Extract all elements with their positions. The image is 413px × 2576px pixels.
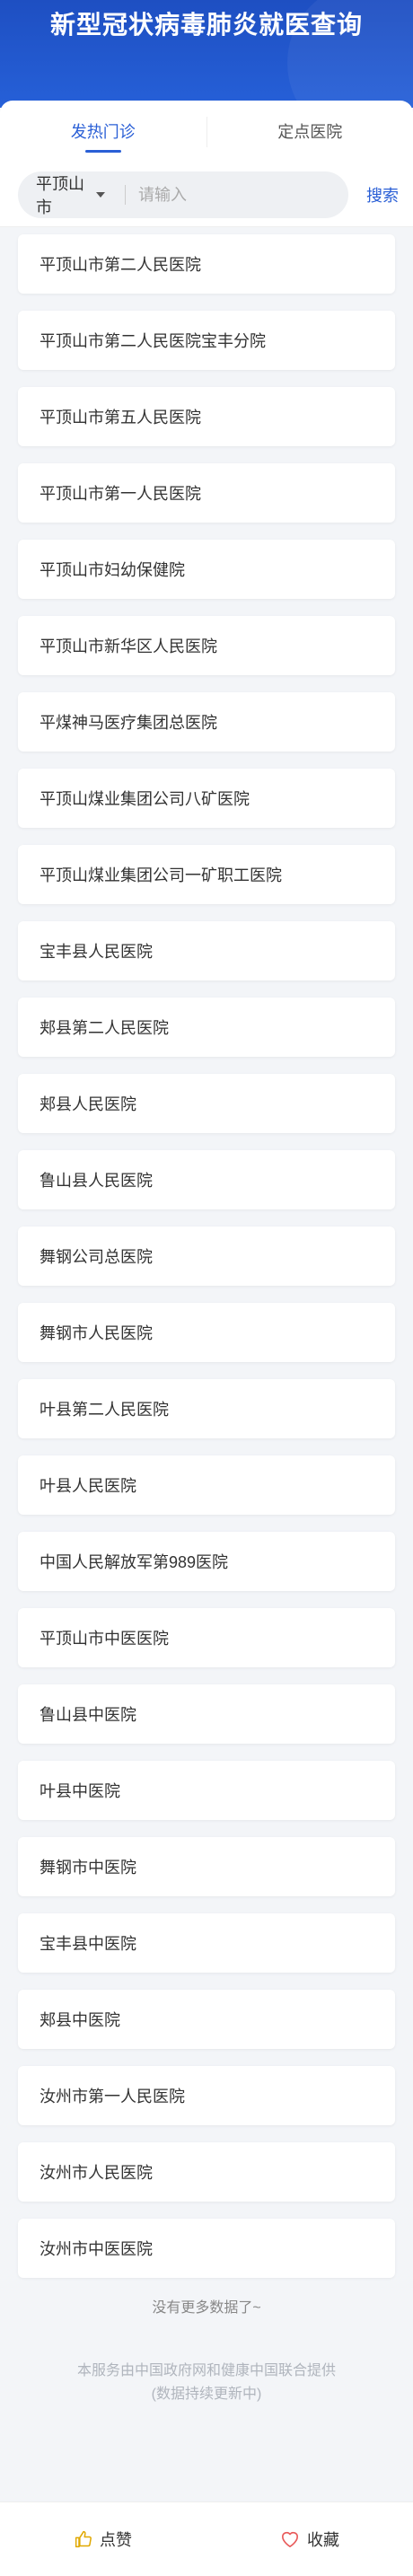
hospital-item[interactable]: 叶县人民医院 — [18, 1455, 395, 1515]
city-selector[interactable]: 平顶山市 — [18, 171, 114, 218]
hospital-item[interactable]: 郏县第二人民医院 — [18, 998, 395, 1057]
caret-down-icon — [96, 192, 106, 198]
footnote: 本服务由中国政府网和健康中国联合提供 (数据持续更新中) — [0, 2360, 413, 2406]
hospital-item[interactable]: 平顶山煤业集团公司八矿医院 — [18, 769, 395, 828]
search-box: 平顶山市 — [18, 171, 348, 218]
no-more-text: 没有更多数据了~ — [152, 2300, 261, 2316]
tab-designated-hospital[interactable]: 定点医院 — [207, 101, 413, 163]
bottom-bar: 点赞 收藏 — [0, 2501, 413, 2576]
hospital-item[interactable]: 平煤神马医疗集团总医院 — [18, 692, 395, 752]
hospital-item[interactable]: 中国人民解放军第989医院 — [18, 1532, 395, 1591]
hospital-item[interactable]: 舞钢公司总医院 — [18, 1226, 395, 1286]
footnote-line-2: (数据持续更新中) — [151, 2387, 262, 2402]
hospital-item[interactable]: 宝丰县人民医院 — [18, 921, 395, 980]
hospital-item[interactable]: 宝丰县中医院 — [18, 1913, 395, 1973]
tab-fever-clinic[interactable]: 发热门诊 — [0, 101, 206, 163]
hospital-item[interactable]: 平顶山市妇幼保健院 — [18, 540, 395, 599]
search-bar: 平顶山市 搜索 — [0, 163, 413, 227]
city-label: 平顶山市 — [36, 175, 84, 216]
hospital-item[interactable]: 平顶山市第二人民医院 — [18, 234, 395, 294]
favorite-button[interactable]: 收藏 — [206, 2502, 413, 2576]
hospital-item[interactable]: 平顶山市第二人民医院宝丰分院 — [18, 311, 395, 370]
header: 新型冠状病毒肺炎就医查询 — [0, 0, 413, 108]
hospital-item[interactable]: 舞钢市人民医院 — [18, 1303, 395, 1362]
hospital-item[interactable]: 平顶山市新华区人民医院 — [18, 616, 395, 675]
thumbs-up-icon — [75, 2530, 92, 2548]
hospital-item[interactable]: 汝州市第一人民医院 — [18, 2066, 395, 2125]
hospital-item[interactable]: 舞钢市中医院 — [18, 1837, 395, 1896]
hospital-item[interactable]: 叶县中医院 — [18, 1761, 395, 1820]
hospital-item[interactable]: 叶县第二人民医院 — [18, 1379, 395, 1438]
hospital-item[interactable]: 郏县人民医院 — [18, 1074, 395, 1133]
hospital-item[interactable]: 平顶山市第一人民医院 — [18, 463, 395, 523]
tab-bar: 发热门诊 定点医院 — [0, 101, 413, 163]
hospital-item[interactable]: 鲁山县人民医院 — [18, 1150, 395, 1209]
hospital-item[interactable]: 平顶山市中医医院 — [18, 1608, 395, 1667]
hospital-item[interactable]: 汝州市人民医院 — [18, 2142, 395, 2202]
search-divider — [125, 185, 126, 205]
heart-icon — [282, 2531, 298, 2547]
footnote-line-1: 本服务由中国政府网和健康中国联合提供 — [76, 2363, 336, 2378]
favorite-label: 收藏 — [307, 2531, 339, 2549]
hospital-item[interactable]: 鲁山县中医院 — [18, 1684, 395, 1744]
search-input[interactable] — [136, 184, 348, 206]
hospital-item[interactable]: 平顶山市第五人民医院 — [18, 387, 395, 446]
search-button[interactable]: 搜索 — [348, 183, 404, 207]
hospital-item[interactable]: 汝州市中医医院 — [18, 2219, 395, 2278]
like-label: 点赞 — [100, 2531, 132, 2549]
hospital-list: 平顶山市第二人民医院 平顶山市第二人民医院宝丰分院 平顶山市第五人民医院 平顶山市第一… — [0, 227, 413, 2278]
page-title: 新型冠状病毒肺炎就医查询 — [49, 11, 363, 39]
like-button[interactable]: 点赞 — [0, 2502, 206, 2576]
hospital-item[interactable]: 平顶山煤业集团公司一矿职工医院 — [18, 845, 395, 904]
hospital-item[interactable]: 郏县中医院 — [18, 1990, 395, 2049]
